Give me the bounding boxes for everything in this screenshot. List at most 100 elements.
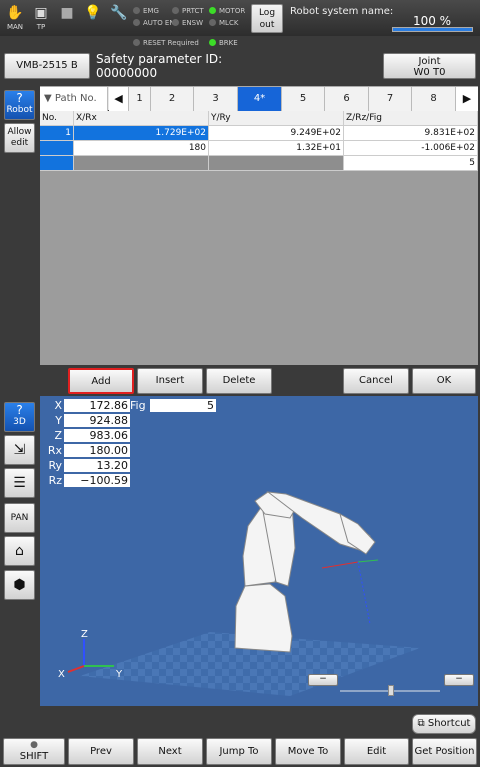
path-point-table: No. X/Rx Y/Ry Z/Rz/Fig 1 1.729E+02 9.249… (40, 111, 478, 365)
jog-position-icon: ⇲ (13, 442, 26, 458)
list-icon-button[interactable]: ☰ (4, 468, 35, 498)
tab-path-6[interactable]: 6 (325, 87, 369, 111)
world-z-label: Z (81, 629, 88, 640)
joint-sublabel: W0 T0 (413, 67, 446, 78)
safety-parameter: Safety parameter ID: 00000000 (96, 52, 222, 80)
cell-fig[interactable]: 5 (344, 156, 478, 171)
help-icon: ? (16, 403, 23, 417)
cell-y[interactable]: 9.249E+02 (209, 126, 344, 141)
allow-edit-button[interactable]: Allow edit (4, 123, 35, 153)
joint-label: Joint (418, 56, 441, 67)
jump-to-button[interactable]: Jump To (206, 738, 272, 765)
tab-path-5[interactable]: 5 (282, 87, 325, 111)
edit-button[interactable]: Edit (344, 738, 409, 765)
tab-path-7[interactable]: 7 (369, 87, 412, 111)
tab-next-arrow-icon[interactable]: ▶ (456, 87, 478, 111)
speed-bar[interactable] (392, 27, 473, 32)
add-button[interactable]: Add (68, 368, 134, 394)
manual-mode-hand-icon[interactable]: ✋ MAN (3, 3, 27, 33)
tab-path-3[interactable]: 3 (194, 87, 238, 111)
coord-x-value: 172.86 (64, 399, 130, 412)
lightbulb-icon[interactable]: 💡 (81, 3, 105, 33)
action-buttons: Add Insert Delete Cancel OK (40, 366, 478, 396)
led-emg (133, 7, 140, 14)
coord-rz-label: Rz (48, 474, 62, 487)
cube-view-button[interactable]: ⬢ (4, 570, 35, 600)
cell-empty (209, 156, 344, 171)
robot-3d-viewport[interactable]: Z Y X X 172.86 Y 924.88 Z 983.06 Rx 180.00 R… (40, 396, 478, 706)
led-prtct-label: PRTCT (182, 7, 204, 15)
cell-z[interactable]: 9.831E+02 (344, 126, 478, 141)
view-3d-button[interactable]: ? 3D (4, 402, 35, 432)
led-emg-label: EMG (143, 7, 159, 15)
next-button[interactable]: Next (137, 738, 203, 765)
tab-path-1[interactable]: 1 (129, 87, 151, 111)
tab-path-4[interactable]: 4* (238, 87, 282, 111)
bottom-command-bar: ● SHIFT Prev Next Jump To Move To Edit G… (0, 736, 480, 767)
pan-button[interactable]: PAN (4, 503, 35, 533)
ok-button[interactable]: OK (412, 368, 476, 394)
table-row[interactable]: 5 (40, 156, 478, 171)
left-toolbar: ? Robot Allow edit ? 3D ⇲ ☰ PAN ⌂ ⬢ (0, 86, 40, 706)
coord-x-label: X (54, 399, 62, 412)
fig-readout: Fig 5 (130, 398, 220, 413)
joint-button[interactable]: Joint W0 T0 (383, 53, 476, 79)
shortcut-button[interactable]: ⧉ Shortcut (412, 714, 476, 734)
allow-edit-label-2: edit (10, 138, 29, 148)
coord-z-value: 983.06 (64, 429, 130, 442)
shortcut-label: Shortcut (427, 718, 471, 729)
coord-rx-label: Rx (47, 444, 62, 457)
logout-button[interactable]: Log out (251, 4, 283, 33)
led-reset-required (133, 39, 140, 46)
tool-z-axis (357, 561, 371, 625)
position-icon-button[interactable]: ⇲ (4, 435, 35, 465)
table-row[interactable]: 1 1.729E+02 9.249E+02 9.831E+02 (40, 126, 478, 141)
man-label: MAN (6, 23, 24, 31)
led-group-1: EMG AUTO EN (133, 5, 175, 29)
coord-rx-value: 180.00 (64, 444, 130, 457)
shift-button[interactable]: ● SHIFT (3, 738, 65, 765)
led-mlck (209, 19, 216, 26)
move-to-button[interactable]: Move To (275, 738, 341, 765)
robot-button[interactable]: ? Robot (4, 90, 35, 120)
zoom-out-button[interactable]: − (308, 674, 338, 686)
led-ensw (172, 19, 179, 26)
cell-rx[interactable]: 180 (74, 141, 209, 156)
tab-path-8[interactable]: 8 (412, 87, 456, 111)
column-header-y: Y/Ry (209, 111, 344, 126)
tab-path-2[interactable]: 2 (151, 87, 194, 111)
robot-model-button[interactable]: VMB-2515 B (4, 53, 90, 79)
wrench-icon[interactable]: 🔧 (107, 3, 131, 33)
safety-label: Safety parameter ID: (96, 52, 223, 66)
cell-x[interactable]: 1.729E+02 (74, 126, 209, 141)
world-x-label: X (58, 669, 65, 680)
robot-label: Robot (6, 105, 33, 115)
zoom-slider-thumb[interactable] (388, 685, 394, 696)
header-row: VMB-2515 B Safety parameter ID: 00000000… (0, 50, 480, 84)
path-no-header[interactable]: ▼ Path No. (40, 87, 108, 111)
zoom-in-button[interactable]: − (444, 674, 474, 686)
delete-button[interactable]: Delete (206, 368, 272, 394)
tab-prev-arrow-icon[interactable]: ◀ (109, 87, 129, 111)
home-icon: ⌂ (15, 543, 24, 559)
robot-arm-model (234, 491, 376, 653)
column-header-x: X/Rx (74, 111, 209, 126)
cell-rz[interactable]: -1.006E+02 (344, 141, 478, 156)
led-auto-en-label: AUTO EN (143, 19, 175, 27)
cell-ry[interactable]: 1.32E+01 (209, 141, 344, 156)
cancel-button[interactable]: Cancel (343, 368, 409, 394)
allow-edit-label-1: Allow (7, 127, 32, 137)
home-view-button[interactable]: ⌂ (4, 536, 35, 566)
stop-square-icon[interactable]: ■ (55, 3, 79, 33)
shift-indicator-icon: ● (30, 740, 38, 750)
led-auto-en (133, 19, 140, 26)
table-row[interactable]: 180 1.32E+01 -1.006E+02 (40, 141, 478, 156)
column-header-z: Z/Rz/Fig (344, 111, 478, 126)
teach-pendant-icon[interactable]: ▣ TP (29, 3, 53, 33)
get-position-button[interactable]: Get Position (412, 738, 477, 765)
robot-3d-scene: Z Y X (58, 491, 420, 696)
insert-button[interactable]: Insert (137, 368, 203, 394)
prev-button[interactable]: Prev (68, 738, 134, 765)
row-number (40, 141, 74, 156)
fig-label: Fig (130, 399, 146, 412)
